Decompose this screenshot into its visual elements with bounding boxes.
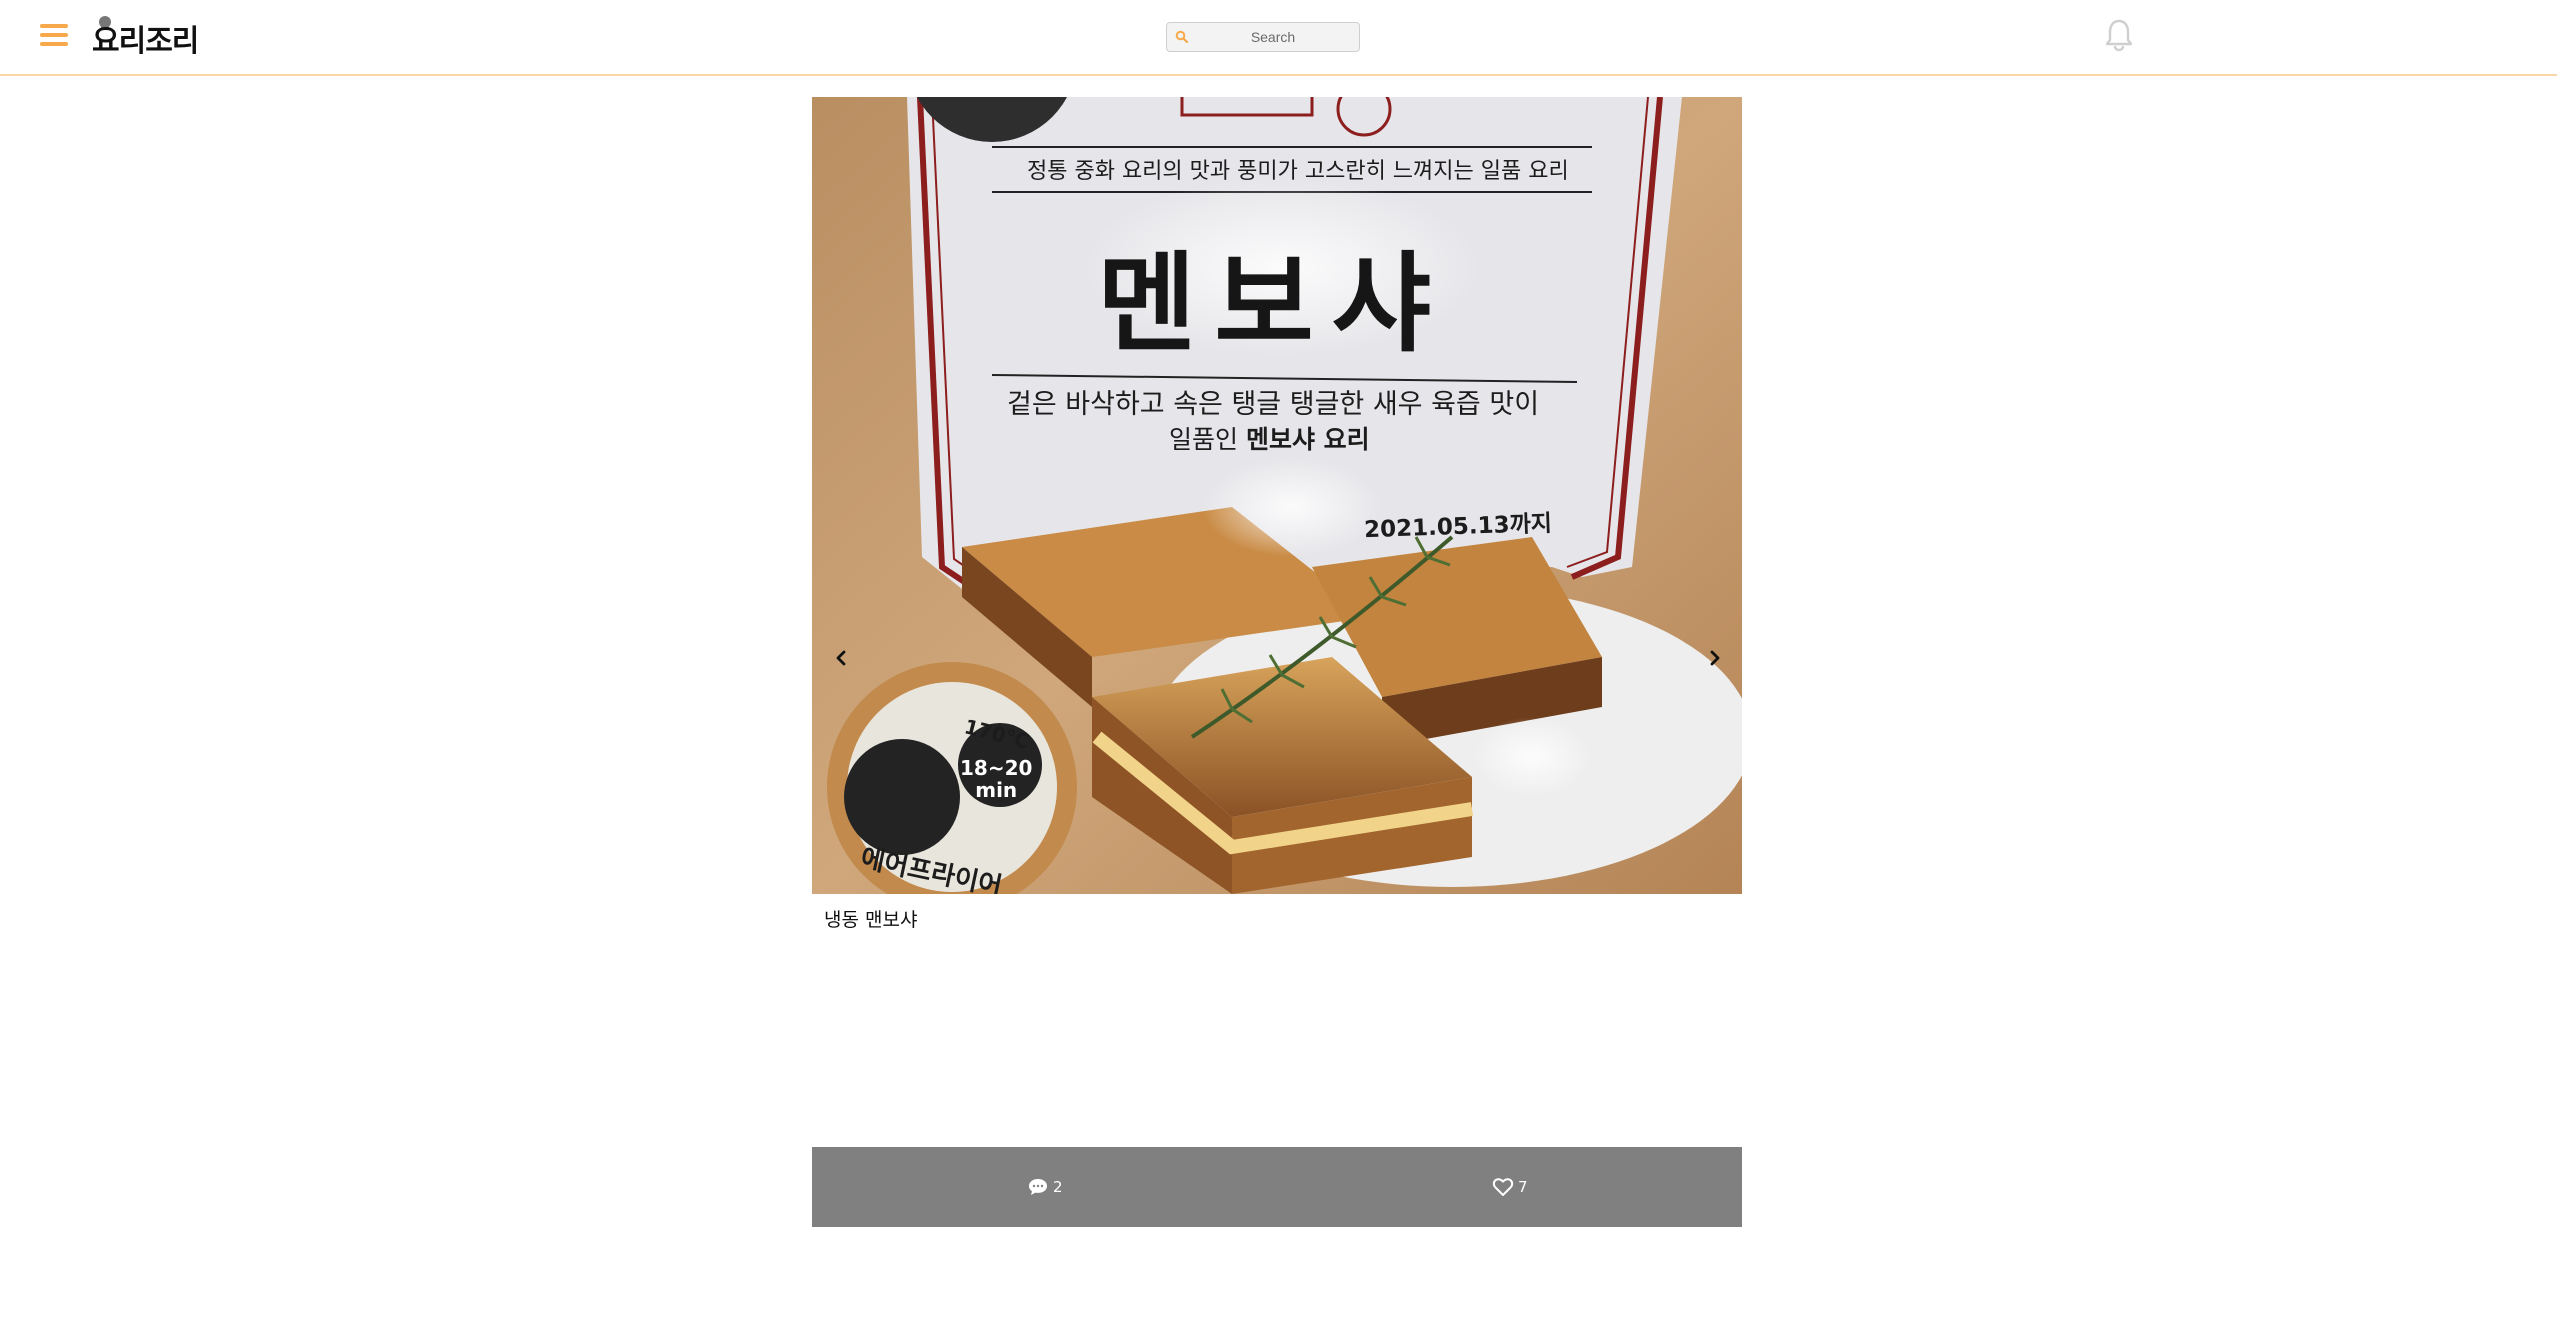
app-logo-text: 요리조리 (92, 24, 199, 59)
post-photo-carousel[interactable]: 정통 중화 요리의 맛과 풍미가 고스란히 느껴지는 일품 요리 멘보샤 겉은 … (812, 97, 1742, 894)
post-action-bar: 2 7 (812, 1147, 1742, 1227)
bell-icon[interactable] (2104, 18, 2134, 52)
heart-icon (1492, 1178, 1514, 1196)
package-tagline: 정통 중화 요리의 맛과 풍미가 고스란히 느껴지는 일품 요리 (1027, 159, 1569, 184)
top-navigation-bar: 요리조리 (0, 0, 2557, 76)
package-description-line2: 일품인 멘보샤 요리 (1169, 425, 1370, 454)
likes-count: 7 (1518, 1178, 1528, 1196)
chevron-left-icon[interactable] (830, 647, 852, 669)
app-logo[interactable]: 요리조리 (92, 16, 202, 60)
comments-button[interactable]: 2 (1027, 1173, 1063, 1201)
package-product-name: 멘보샤 (1097, 241, 1450, 367)
speech-bubble-icon (1029, 1179, 1047, 1195)
hamburger-menu-icon[interactable] (40, 22, 72, 50)
recipe-post-card: 정통 중화 요리의 맛과 풍미가 고스란히 느껴지는 일품 요리 멘보샤 겉은 … (812, 97, 1742, 1227)
search-box[interactable] (1166, 22, 1360, 52)
package-description-line1: 겉은 바삭하고 속은 탱글 탱글한 새우 육즙 맛이 (1007, 389, 1540, 420)
package-badge-time: 18~20 min (960, 756, 1033, 802)
comments-count: 2 (1053, 1178, 1063, 1196)
chevron-right-icon[interactable] (1704, 647, 1726, 669)
search-icon (1175, 30, 1189, 44)
package-expiry-date: 2021.05.13까지 (1363, 510, 1553, 544)
search-input[interactable] (1193, 23, 1353, 51)
post-caption: 냉동 맨보샤 (824, 909, 918, 931)
like-button[interactable]: 7 (1492, 1173, 1528, 1201)
